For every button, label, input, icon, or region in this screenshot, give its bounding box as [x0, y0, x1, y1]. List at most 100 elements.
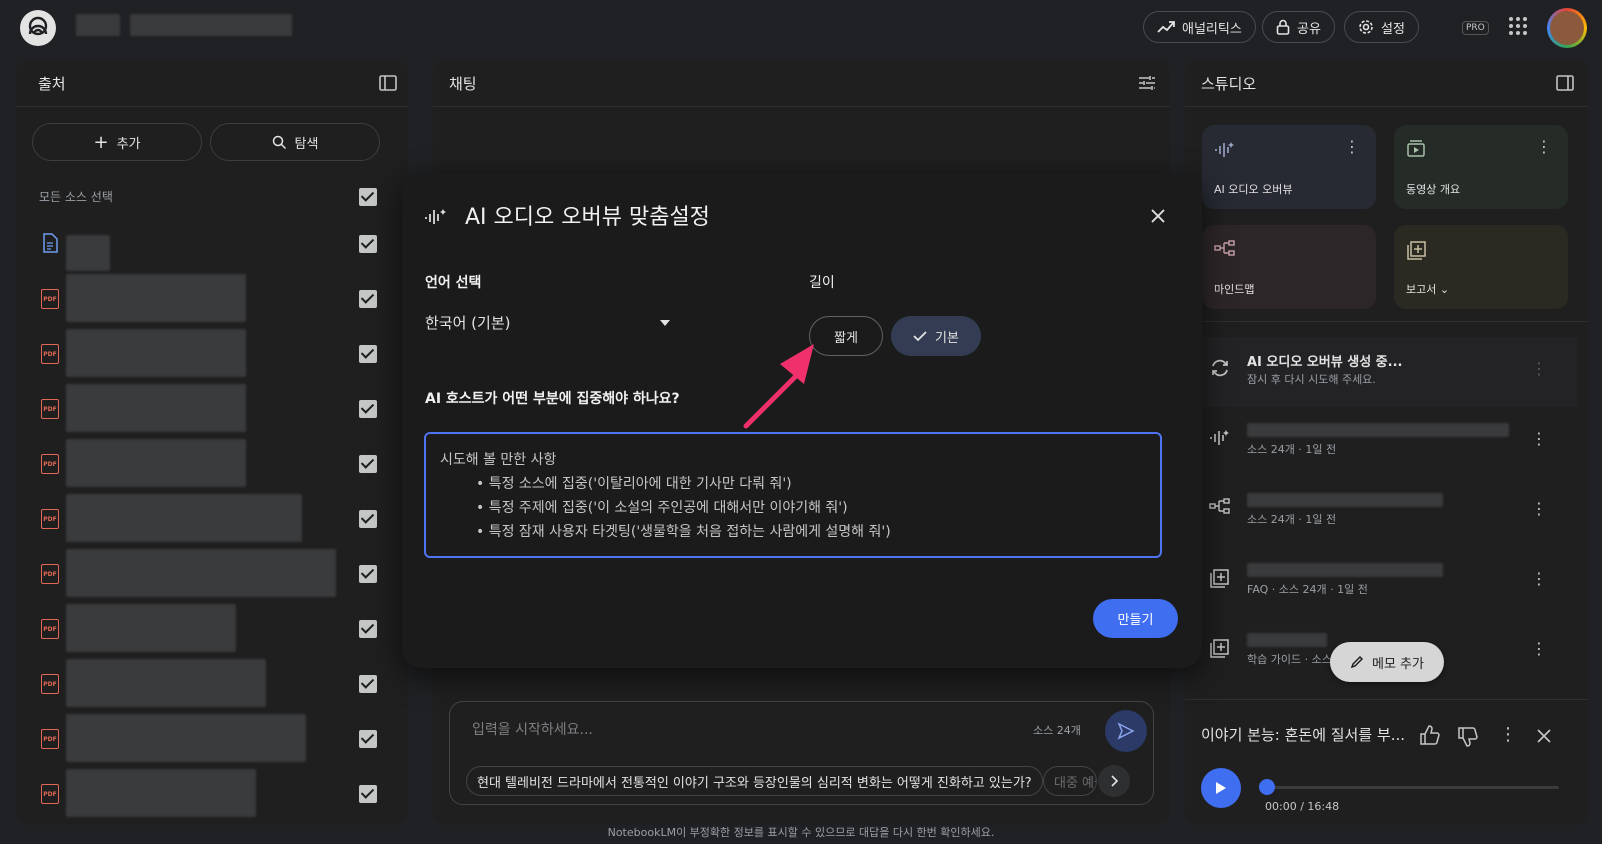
default-label: 기본 — [935, 330, 959, 346]
share-button[interactable]: 공유 — [1262, 11, 1335, 43]
default-button[interactable]: 기본 — [891, 316, 981, 356]
audio-player: 이야기 본능: 혼돈에 질서를 부... ⋮ 00:00 / 16:48 — [1185, 699, 1588, 825]
source-count-label: 소스 24개 — [1033, 724, 1081, 737]
search-sparkle-icon — [272, 135, 286, 149]
progress-track[interactable] — [1265, 786, 1559, 789]
sidebar-collapse-icon[interactable] — [378, 73, 398, 93]
source-checkbox[interactable] — [359, 785, 377, 803]
source-checkbox[interactable] — [359, 620, 377, 638]
pdf-icon: PDF — [41, 564, 59, 584]
more-vert-icon[interactable]: ⋮ — [1344, 139, 1360, 155]
more-vert-icon[interactable]: ⋮ — [1536, 139, 1552, 155]
studio-panel: 스튜디오 ⋮ AI 오디오 오버뷰 ⋮ 동영상 개요 마인드맵 보고서 ⌄ AI… — [1185, 59, 1588, 825]
source-checkbox[interactable] — [359, 235, 377, 253]
play-button[interactable] — [1201, 768, 1241, 808]
source-row[interactable] — [16, 215, 408, 271]
note-subtitle: 학습 가이드 · 소스 — [1247, 653, 1332, 666]
close-icon[interactable] — [1536, 728, 1552, 744]
share-label: 공유 — [1297, 21, 1321, 37]
video-overview-card[interactable]: ⋮ 동영상 개요 — [1394, 125, 1568, 209]
source-checkbox[interactable] — [359, 400, 377, 418]
sidebar-collapse-icon[interactable] — [1555, 73, 1575, 93]
chat-input[interactable]: 입력을 시작하세요... — [472, 719, 593, 739]
try-item: • 특정 소스에 집중('이탈리아에 대한 기사만 다뤄 줘') — [476, 476, 792, 492]
more-vert-icon[interactable]: ⋮ — [1531, 429, 1547, 448]
source-row[interactable]: PDF — [16, 600, 408, 656]
chat-input-box: 입력을 시작하세요... 소스 24개 현대 텔레비전 드라마에서 전통적인 이… — [449, 701, 1154, 805]
sync-icon — [1212, 359, 1228, 377]
source-row[interactable]: PDF — [16, 710, 408, 766]
make-button[interactable]: 만들기 — [1093, 599, 1178, 638]
source-row[interactable]: PDF — [16, 765, 408, 821]
progress-thumb[interactable] — [1259, 779, 1275, 795]
source-row[interactable]: PDF — [16, 325, 408, 381]
language-value: 한국어 (기본) — [425, 314, 511, 332]
source-name-redacted — [66, 329, 246, 377]
mindmap-card[interactable]: 마인드맵 — [1202, 225, 1376, 309]
more-vert-icon[interactable]: ⋮ — [1499, 724, 1517, 745]
pdf-icon: PDF — [41, 399, 59, 419]
source-checkbox[interactable] — [359, 675, 377, 693]
suggestion-chip-2[interactable]: 대중 예술 — [1043, 766, 1097, 796]
suggestion-next-button[interactable] — [1098, 765, 1130, 797]
add-memo-button[interactable]: 메모 추가 — [1330, 642, 1444, 682]
source-checkbox[interactable] — [359, 730, 377, 748]
pdf-icon: PDF — [41, 344, 59, 364]
source-name-redacted — [66, 659, 266, 707]
add-memo-label: 메모 추가 — [1372, 656, 1424, 672]
notebook-title-redacted[interactable] — [76, 14, 120, 36]
more-vert-icon[interactable]: ⋮ — [1531, 569, 1547, 588]
source-row[interactable]: PDF — [16, 380, 408, 436]
try-item: • 특정 잠재 사용자 타겟팅('생물학을 처음 접하는 사람에게 설명해 줘'… — [476, 524, 891, 540]
chevron-down-icon[interactable]: ⌄ — [1440, 283, 1449, 296]
more-vert-icon[interactable]: ⋮ — [1531, 499, 1547, 518]
source-checkbox[interactable] — [359, 510, 377, 528]
video-play-icon — [1407, 140, 1425, 157]
pdf-icon: PDF — [41, 784, 59, 804]
suggestion-chip[interactable]: 현대 텔레비전 드라마에서 전통적인 이야기 구조와 등장인물의 심리적 변화는… — [466, 766, 1043, 796]
report-card[interactable]: 보고서 ⌄ — [1394, 225, 1568, 309]
mindmap-icon — [1214, 240, 1235, 256]
source-checkbox[interactable] — [359, 565, 377, 583]
source-checkbox[interactable] — [359, 290, 377, 308]
source-name-redacted — [66, 494, 302, 542]
source-checkbox[interactable] — [359, 345, 377, 363]
source-row[interactable]: PDF — [16, 545, 408, 601]
length-label: 길이 — [809, 275, 835, 291]
more-vert-icon[interactable]: ⋮ — [1531, 639, 1547, 658]
audio-overview-label: AI 오디오 오버뷰 — [1214, 183, 1293, 196]
notebooklm-logo-icon[interactable] — [20, 10, 56, 46]
studio-note-item[interactable]: 소스 24개 · 1일 전 ⋮ — [1185, 407, 1577, 477]
avatar[interactable] — [1547, 8, 1587, 48]
studio-note-item[interactable]: FAQ · 소스 24개 · 1일 전 ⋮ — [1185, 547, 1577, 617]
player-time: 00:00 / 16:48 — [1265, 800, 1340, 813]
generating-subtitle: 잠시 후 다시 시도해 주세요. — [1247, 373, 1376, 386]
send-button[interactable] — [1105, 710, 1147, 752]
thumb-down-icon[interactable] — [1457, 726, 1479, 748]
source-name-redacted — [66, 549, 336, 597]
notebook-title-redacted-2[interactable] — [130, 14, 292, 36]
source-row[interactable]: PDF — [16, 270, 408, 326]
apps-grid-icon[interactable] — [1509, 17, 1527, 35]
thumb-up-icon[interactable] — [1419, 724, 1441, 746]
studio-note-item[interactable]: 소스 24개 · 1일 전 ⋮ — [1185, 477, 1577, 547]
pdf-icon: PDF — [41, 674, 59, 694]
close-icon[interactable] — [1150, 208, 1166, 224]
settings-button[interactable]: 설정 — [1344, 11, 1419, 43]
add-source-button[interactable]: + 추가 — [32, 123, 202, 161]
source-row[interactable]: PDF — [16, 435, 408, 491]
source-row[interactable]: PDF — [16, 655, 408, 711]
focus-textarea[interactable]: 시도해 볼 만한 사항 • 특정 소스에 집중('이탈리아에 대한 기사만 다뤄… — [424, 432, 1162, 558]
select-all-label: 모든 소스 선택 — [39, 190, 113, 204]
add-source-label: 추가 — [116, 136, 141, 152]
explore-button[interactable]: 탐색 — [210, 123, 380, 161]
audio-overview-card[interactable]: ⋮ AI 오디오 오버뷰 — [1202, 125, 1376, 209]
tune-icon[interactable] — [1137, 73, 1157, 93]
language-select[interactable]: 한국어 (기본) — [425, 312, 670, 342]
source-row[interactable]: PDF — [16, 490, 408, 546]
source-checkbox[interactable] — [359, 455, 377, 473]
play-icon — [1216, 782, 1226, 794]
note-subtitle: FAQ · 소스 24개 · 1일 전 — [1247, 583, 1368, 596]
analytics-button[interactable]: 애널리틱스 — [1143, 11, 1256, 43]
select-all-checkbox[interactable] — [359, 188, 377, 206]
